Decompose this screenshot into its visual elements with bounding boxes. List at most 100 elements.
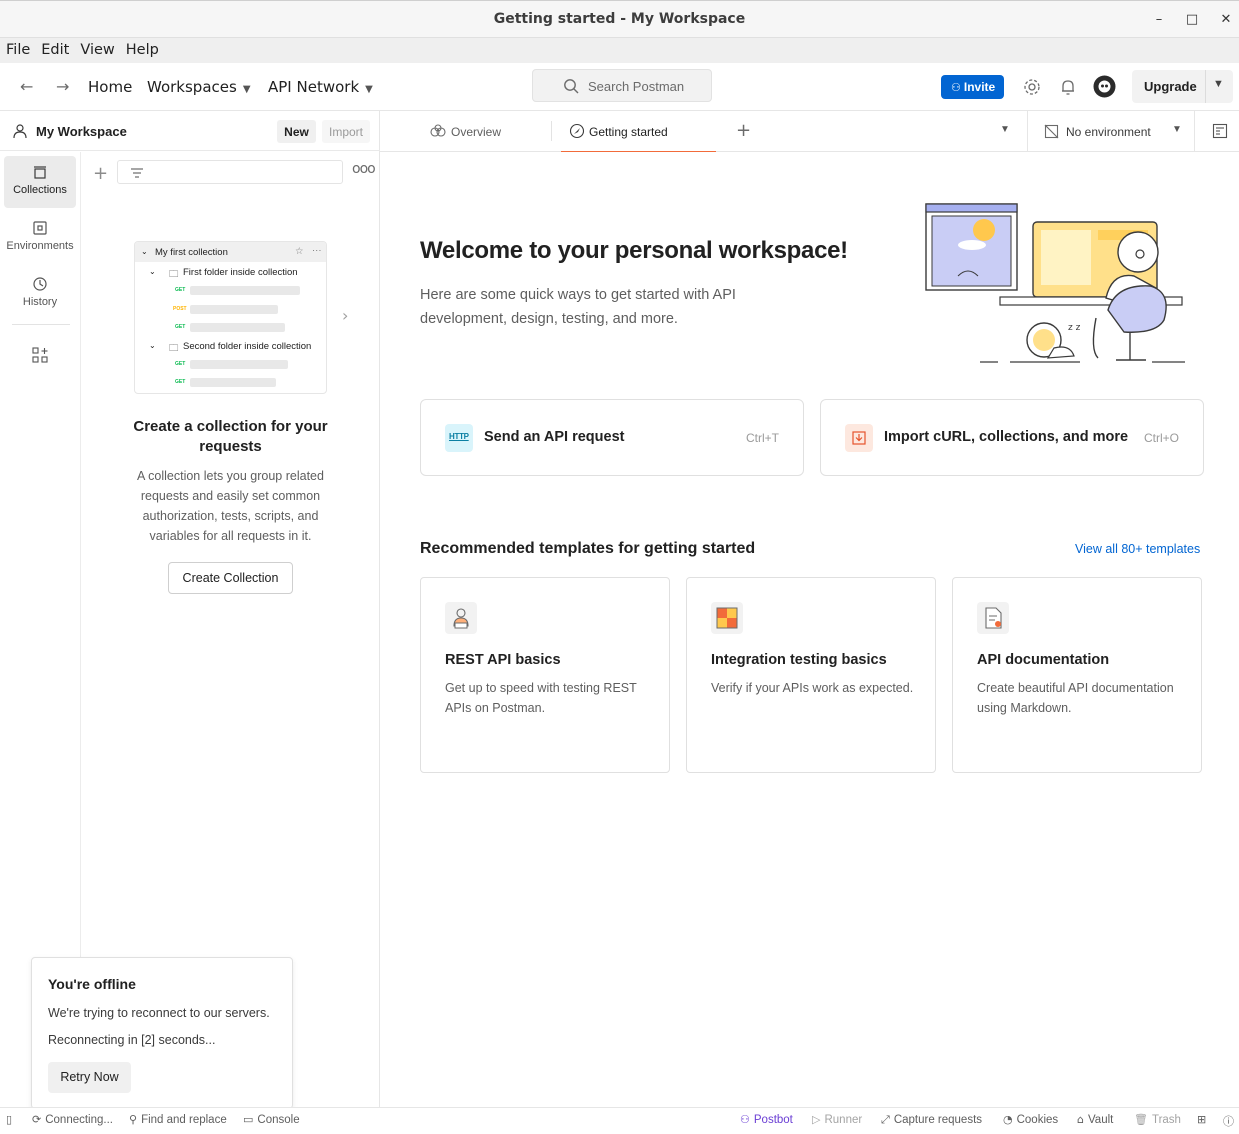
view-all-templates-link[interactable]: View all 80+ templates <box>1075 542 1200 556</box>
settings-gear-icon[interactable] <box>1022 77 1042 97</box>
filter-input[interactable] <box>117 160 343 184</box>
avatar[interactable] <box>1093 75 1116 98</box>
environment-selector[interactable]: No environment ▼ <box>1027 111 1195 152</box>
menu-view[interactable]: View <box>74 38 114 58</box>
nav-workspaces[interactable]: Workspaces ▼ <box>147 78 251 96</box>
capture-requests-button[interactable]: ⤢ Capture requests <box>881 1113 982 1127</box>
preview-collection-name: My first collection <box>155 247 228 258</box>
upgrade-button[interactable]: Upgrade ▼ <box>1132 70 1233 103</box>
nav-api-network[interactable]: API Network ▼ <box>268 78 373 96</box>
runner-icon: ▷ <box>812 1113 821 1126</box>
search-input[interactable]: Search Postman <box>532 69 712 102</box>
connecting-status[interactable]: ⟳ Connecting... <box>32 1113 113 1126</box>
menu-file[interactable]: File <box>0 38 30 58</box>
new-button[interactable]: New <box>277 120 316 143</box>
more-options-icon[interactable]: ooo <box>352 161 376 177</box>
import-label: Import cURL, collections, and more <box>884 429 1129 445</box>
upgrade-label: Upgrade <box>1144 79 1197 94</box>
tab-overview[interactable]: Overview <box>420 111 550 152</box>
empty-state-description: A collection lets you group related requ… <box>137 469 324 543</box>
import-card[interactable]: Import cURL, collections, and more Ctrl+… <box>820 399 1204 476</box>
template-description: Get up to speed with testing REST APIs o… <box>445 681 637 715</box>
nav-home[interactable]: Home <box>88 78 132 96</box>
welcome-subtitle: Here are some quick ways to get started … <box>420 287 736 327</box>
history-icon <box>33 277 47 291</box>
environment-quick-look-icon[interactable] <box>1212 123 1228 139</box>
template-title: API documentation <box>977 652 1110 668</box>
status-bar: ▯ ⟳ Connecting... ⚲ Find and replace ▭ Cons… <box>0 1107 1239 1134</box>
maximize-button[interactable]: □ <box>1182 10 1202 30</box>
template-card-rest-api[interactable]: REST API basics Get up to speed with tes… <box>420 577 670 773</box>
template-description: Verify if your APIs work as expected. <box>711 681 914 695</box>
method-get: GET <box>175 379 186 385</box>
template-card-api-documentation[interactable]: API documentation Create beautiful API d… <box>952 577 1202 773</box>
new-tab-icon[interactable]: + <box>736 120 751 141</box>
capture-icon: ⤢ <box>881 1113 890 1126</box>
environment-label: No environment <box>1066 125 1151 139</box>
star-icon: ☆ <box>295 246 304 257</box>
vault-button[interactable]: ⌂ Vault <box>1077 1113 1113 1126</box>
retry-now-button[interactable]: Retry Now <box>48 1062 131 1093</box>
menu-bar: File Edit View Help <box>0 38 1239 63</box>
menu-help[interactable]: Help <box>120 38 159 58</box>
two-pane-view-icon[interactable]: ⊞ <box>1197 1113 1210 1126</box>
chevron-right-icon[interactable]: › <box>342 306 348 325</box>
search-placeholder: Search Postman <box>588 79 685 94</box>
add-collection-icon[interactable]: + <box>93 163 108 184</box>
template-description: Create beautiful API documentation using… <box>977 681 1174 715</box>
tab-getting-started-label: Getting started <box>589 125 668 139</box>
method-post: POST <box>173 306 187 312</box>
tab-list-chevron-icon[interactable]: ▼ <box>1000 124 1010 135</box>
postbot-button[interactable]: ⚇ Postbot <box>740 1113 793 1126</box>
no-environment-icon <box>1044 124 1059 139</box>
find-replace-button[interactable]: ⚲ Find and replace <box>129 1113 227 1126</box>
workspace-name: My Workspace <box>36 124 127 139</box>
help-icon[interactable]: ⓘ <box>1223 1113 1238 1129</box>
sidebar-item-environments[interactable]: Environments <box>4 212 76 264</box>
forward-arrow-icon[interactable]: → <box>56 77 69 96</box>
overview-icon <box>430 124 446 137</box>
tab-getting-started[interactable]: Getting started <box>561 111 716 152</box>
chevron-down-icon: ▼ <box>242 84 251 95</box>
tab-overview-label: Overview <box>451 125 502 139</box>
invite-button[interactable]: ⚇ Invite <box>941 75 1004 99</box>
close-window-button[interactable]: ✕ <box>1216 10 1236 30</box>
minimize-button[interactable]: – <box>1149 10 1169 30</box>
method-get: GET <box>175 324 186 330</box>
trash-button[interactable]: 🗑 Trash <box>1134 1113 1181 1126</box>
menu-edit[interactable]: Edit <box>35 38 69 58</box>
console-button[interactable]: ▭ Console <box>243 1113 300 1126</box>
user-icon <box>13 124 27 139</box>
template-card-integration-testing[interactable]: Integration testing basics Verify if you… <box>686 577 936 773</box>
send-api-request-card[interactable]: HTTP Send an API request Ctrl+T <box>420 399 804 476</box>
postbot-icon: ⚇ <box>740 1113 750 1126</box>
send-api-request-shortcut: Ctrl+T <box>746 431 779 445</box>
more-options-icon: ··· <box>312 245 322 256</box>
import-icon <box>845 424 873 452</box>
configure-workbench-icon[interactable] <box>32 347 48 363</box>
back-arrow-icon[interactable]: ← <box>20 77 33 96</box>
cookies-button[interactable]: ◔ Cookies <box>1003 1113 1058 1126</box>
toggle-sidebar-icon[interactable]: ▯ <box>6 1113 16 1126</box>
cookie-icon: ◔ <box>1003 1113 1013 1126</box>
folder-icon: 🗀 <box>169 343 179 354</box>
filter-icon <box>131 168 143 178</box>
create-collection-button[interactable]: Create Collection <box>168 562 293 594</box>
title-bar: Getting started - My Workspace – □ ✕ <box>0 0 1239 38</box>
chevron-down-icon: ⌄ <box>149 341 156 350</box>
rest-api-icon <box>445 602 477 634</box>
toast-title: You're offline <box>48 976 136 992</box>
template-title: Integration testing basics <box>711 652 887 668</box>
import-shortcut: Ctrl+O <box>1143 431 1179 445</box>
sidebar-item-history[interactable]: History <box>4 268 76 320</box>
svg-text:z z: z z <box>1068 323 1081 333</box>
import-button[interactable]: Import <box>322 120 370 143</box>
method-get: GET <box>175 361 186 367</box>
documentation-icon <box>977 602 1009 634</box>
collections-icon <box>34 166 46 179</box>
search-icon <box>564 79 579 94</box>
runner-button[interactable]: ▷ Runner <box>812 1113 862 1126</box>
sidebar-item-collections[interactable]: Collections <box>4 156 76 208</box>
chevron-down-icon[interactable]: ▼ <box>1213 78 1224 90</box>
notification-bell-icon[interactable] <box>1058 77 1078 97</box>
